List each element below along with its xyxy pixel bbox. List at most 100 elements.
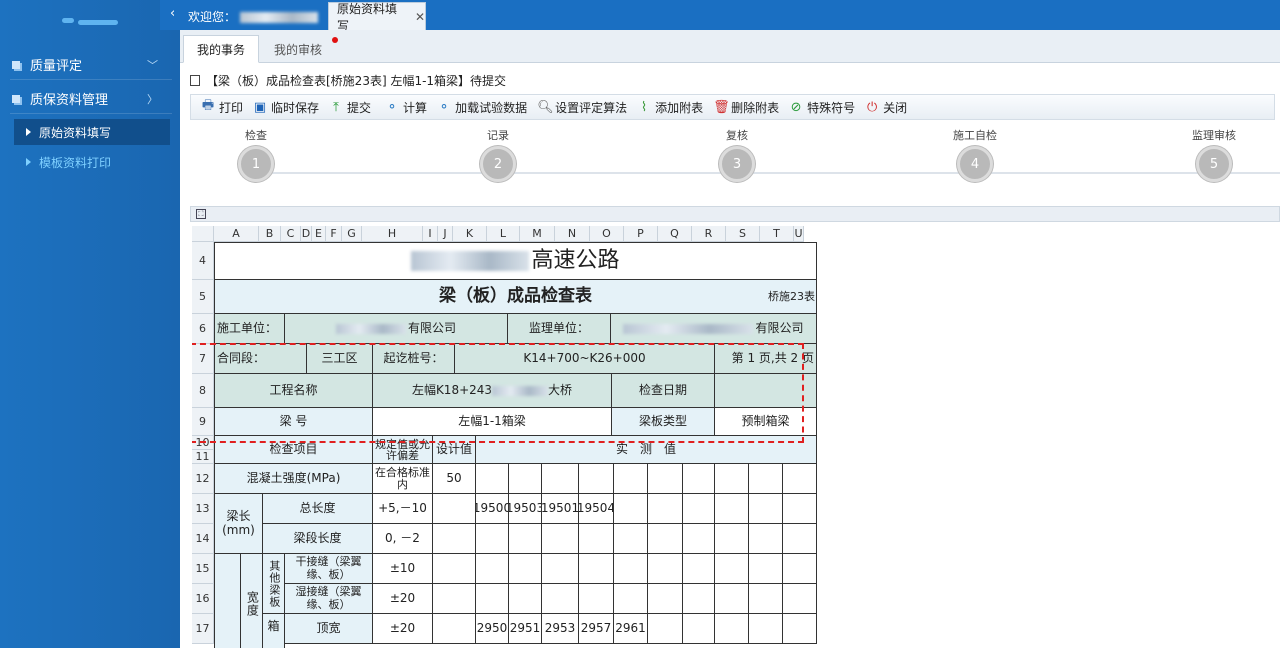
- delete-attachment-button[interactable]: 🗑︎ 删除附表: [713, 99, 779, 116]
- measured-value-cell[interactable]: [715, 494, 749, 524]
- measured-value-cell[interactable]: [715, 554, 749, 584]
- add-attachment-button[interactable]: ⌇ 添加附表: [637, 99, 703, 116]
- measured-value-cell[interactable]: [614, 554, 648, 584]
- print-button[interactable]: 🖶 打印: [201, 96, 243, 118]
- measured-value-cell[interactable]: [614, 464, 648, 494]
- close-button[interactable]: ⏻ 关闭: [865, 99, 907, 116]
- beam-no-value[interactable]: 左幅1-1箱梁: [373, 408, 612, 436]
- measured-value-cell[interactable]: 2950: [476, 614, 509, 644]
- measured-value-cell[interactable]: [683, 494, 715, 524]
- fullscreen-icon[interactable]: ⛶: [196, 209, 206, 219]
- column-header[interactable]: F: [326, 226, 342, 242]
- measured-value-cell[interactable]: [715, 464, 749, 494]
- load-test-data-button[interactable]: ⚬ 加载试验数据: [437, 99, 527, 116]
- measured-value-cell[interactable]: [783, 554, 817, 584]
- measured-value-cell[interactable]: [648, 554, 683, 584]
- spreadsheet[interactable]: ABCDEFGHIJKLMNOPQRSTU 4 5 6 7 8 9 10 11 12 13 14 15…: [192, 226, 1280, 648]
- column-header[interactable]: S: [726, 226, 760, 242]
- measured-value-cell[interactable]: 2957: [579, 614, 614, 644]
- measured-value-cell[interactable]: [476, 584, 509, 614]
- measured-value-cell[interactable]: [683, 584, 715, 614]
- measured-value-cell[interactable]: [749, 524, 783, 554]
- measured-value-cell[interactable]: [509, 554, 542, 584]
- station-value[interactable]: K14+700~K26+000: [455, 344, 715, 374]
- row-header[interactable]: 10: [192, 436, 214, 450]
- column-header[interactable]: L: [487, 226, 520, 242]
- submit-button[interactable]: ⤒ 提交: [329, 99, 371, 116]
- measured-value-cell[interactable]: [579, 584, 614, 614]
- design-value-cell[interactable]: [433, 584, 476, 614]
- design-value-cell[interactable]: [433, 554, 476, 584]
- measured-value-cell[interactable]: [648, 524, 683, 554]
- tab-raw-data[interactable]: 原始资料填写 ✕: [328, 2, 426, 33]
- measured-value-cell[interactable]: [749, 494, 783, 524]
- row-header[interactable]: 15: [192, 554, 214, 584]
- row-header[interactable]: 11: [192, 450, 214, 464]
- row-header[interactable]: 16: [192, 584, 214, 614]
- sidebar-subitem-template-print[interactable]: 模板资料打印: [14, 149, 170, 175]
- column-header[interactable]: Q: [658, 226, 692, 242]
- supervision-unit-value[interactable]: 有限公司: [611, 314, 817, 344]
- row-header[interactable]: 12: [192, 464, 214, 494]
- column-header[interactable]: P: [624, 226, 658, 242]
- row-header[interactable]: 4: [192, 242, 214, 280]
- row-header[interactable]: 7: [192, 344, 214, 374]
- project-name-value[interactable]: 左幅K18+243 大桥: [373, 374, 612, 408]
- measured-value-cell[interactable]: [509, 524, 542, 554]
- column-header[interactable]: I: [423, 226, 438, 242]
- measured-value-cell[interactable]: [509, 584, 542, 614]
- calc-button[interactable]: ⚬ 计算: [385, 99, 427, 116]
- column-header[interactable]: E: [312, 226, 326, 242]
- measured-value-cell[interactable]: [783, 464, 817, 494]
- measured-value-cell[interactable]: [648, 464, 683, 494]
- collapse-icon[interactable]: ‹: [170, 6, 175, 21]
- column-header[interactable]: R: [692, 226, 726, 242]
- measured-value-cell[interactable]: [579, 464, 614, 494]
- concrete-strength-design[interactable]: 50: [433, 464, 476, 494]
- design-value-cell[interactable]: [433, 494, 476, 524]
- tab-my-tasks[interactable]: 我的事务: [183, 35, 259, 63]
- measured-value-cell[interactable]: 19500: [476, 494, 509, 524]
- measured-value-cell[interactable]: [683, 614, 715, 644]
- row-header[interactable]: 9: [192, 408, 214, 436]
- measured-value-cell[interactable]: [648, 584, 683, 614]
- column-header[interactable]: H: [362, 226, 423, 242]
- column-header[interactable]: O: [590, 226, 624, 242]
- measured-value-cell[interactable]: [509, 464, 542, 494]
- contract-value[interactable]: 三工区: [307, 344, 373, 374]
- special-symbol-button[interactable]: ⊘ 特殊符号: [789, 99, 855, 116]
- measured-value-cell[interactable]: [476, 524, 509, 554]
- design-value-cell[interactable]: [433, 614, 476, 644]
- column-header[interactable]: N: [555, 226, 590, 242]
- measured-value-cell[interactable]: [542, 584, 579, 614]
- column-header[interactable]: D: [301, 226, 312, 242]
- row-header[interactable]: 17: [192, 614, 214, 644]
- measured-value-cell[interactable]: 2951: [509, 614, 542, 644]
- column-header[interactable]: G: [342, 226, 362, 242]
- measured-value-cell[interactable]: [783, 494, 817, 524]
- measured-value-cell[interactable]: [579, 524, 614, 554]
- temp-save-button[interactable]: ▣ 临时保存: [253, 99, 319, 116]
- measured-value-cell[interactable]: [542, 464, 579, 494]
- measured-value-cell[interactable]: [783, 584, 817, 614]
- tab-my-reviews[interactable]: 我的审核: [260, 35, 336, 63]
- measured-value-cell[interactable]: [715, 614, 749, 644]
- measured-value-cell[interactable]: [783, 614, 817, 644]
- measured-value-cell[interactable]: [683, 464, 715, 494]
- column-header[interactable]: B: [259, 226, 281, 242]
- measured-value-cell[interactable]: [749, 584, 783, 614]
- row-header[interactable]: 5: [192, 280, 214, 314]
- construction-unit-value[interactable]: 有限公司: [285, 314, 508, 344]
- measured-value-cell[interactable]: [715, 584, 749, 614]
- measured-value-cell[interactable]: [715, 524, 749, 554]
- row-header[interactable]: 8: [192, 374, 214, 408]
- sidebar-item-quality[interactable]: 质量评定 ﹀: [10, 50, 172, 80]
- row-header[interactable]: 14: [192, 524, 214, 554]
- measured-value-cell[interactable]: 2953: [542, 614, 579, 644]
- column-header[interactable]: K: [453, 226, 487, 242]
- measured-value-cell[interactable]: [683, 524, 715, 554]
- measured-value-cell[interactable]: [614, 494, 648, 524]
- close-icon[interactable]: ✕: [415, 10, 425, 24]
- measured-value-cell[interactable]: [476, 554, 509, 584]
- design-value-cell[interactable]: [433, 524, 476, 554]
